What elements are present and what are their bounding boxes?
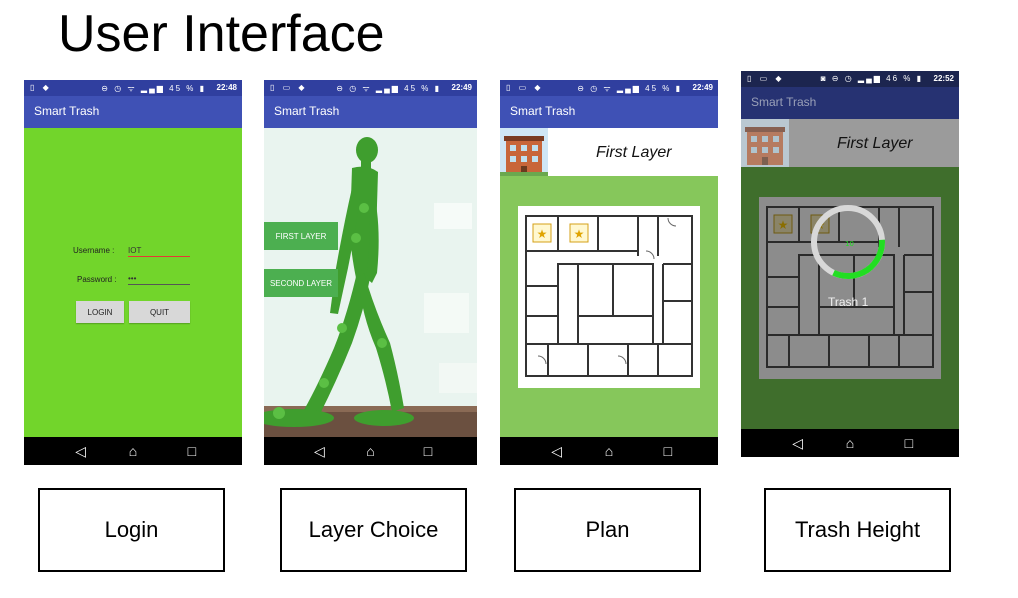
svg-text:★: ★ <box>537 227 548 241</box>
caption-trash-height: Trash Height <box>764 488 951 572</box>
trash-marker-icon: ★ <box>773 214 793 234</box>
home-icon[interactable]: ⌂ <box>366 443 374 459</box>
caption-plan: Plan <box>514 488 701 572</box>
layer-choice-screen: FIRST LAYER SECOND LAYER <box>264 128 477 437</box>
back-icon[interactable]: ◁ <box>792 435 803 452</box>
page-title: User Interface <box>58 5 385 63</box>
recent-apps-icon[interactable]: □ <box>424 443 432 459</box>
first-layer-button[interactable]: FIRST LAYER <box>264 222 338 250</box>
building-icon <box>500 128 548 176</box>
notification-icons: ▯ ▭ ◆ <box>270 83 308 92</box>
nav-bar: ◁ ⌂ □ <box>741 429 959 457</box>
recent-apps-icon[interactable]: □ <box>664 443 672 459</box>
layer-title: First Layer <box>837 135 913 152</box>
back-icon[interactable]: ◁ <box>314 443 325 460</box>
layer-title: First Layer <box>596 144 672 161</box>
home-icon[interactable]: ⌂ <box>605 443 613 459</box>
status-time: 22:49 <box>692 83 713 92</box>
notification-icons: ▯ ▭ ◆ <box>747 74 785 83</box>
home-icon[interactable]: ⌂ <box>129 443 137 459</box>
recent-apps-icon[interactable]: □ <box>905 435 913 451</box>
nav-bar: ◁ ⌂ □ <box>500 437 718 465</box>
plan-screen: First Layer ★ ★ <box>500 128 718 437</box>
password-label: Password : <box>77 275 117 284</box>
plan-body: ★ ★ 10 Trash 1 <box>741 167 959 429</box>
quit-button[interactable]: QUIT <box>129 301 190 323</box>
phone-trash-height: ▯ ▭ ◆ ◙ ⊖ ◷ ▂▄▆ 46 % ▮ 22:52 Smart Trash… <box>741 71 959 457</box>
trash-label: Trash 1 <box>828 295 869 309</box>
username-label: Username : <box>73 246 115 255</box>
trash-marker-icon[interactable]: ★ <box>532 223 552 243</box>
app-title: Smart Trash <box>24 96 242 128</box>
plan-body: ★ ★ <box>500 176 718 437</box>
plan-header: First Layer <box>500 128 718 176</box>
back-icon[interactable]: ◁ <box>551 443 562 460</box>
status-bar: ▯ ▭ ◆ ⊖ ◷ ᯤ ▂▄▆ 45 % ▮ 22:49 <box>264 80 477 96</box>
phone-login: ▯ ◆ ⊖ ◷ ᯤ ▂▄▆ 45 % ▮ 22:48 Smart Trash U… <box>24 80 242 465</box>
login-button[interactable]: LOGIN <box>76 301 124 323</box>
gauge-fill-arc <box>832 239 885 279</box>
app-title: Smart Trash <box>500 96 718 128</box>
trash-fill-gauge: 10 <box>811 205 885 279</box>
username-input[interactable] <box>128 244 190 257</box>
svg-text:★: ★ <box>778 218 789 232</box>
nav-bar: ◁ ⌂ □ <box>24 437 242 465</box>
app-title: Smart Trash <box>741 87 959 119</box>
password-input[interactable] <box>128 272 190 285</box>
trash-height-screen: First Layer ★ ★ 10 Trash 1 <box>741 119 959 429</box>
building-icon <box>741 119 789 167</box>
second-layer-button[interactable]: SECOND LAYER <box>264 269 338 297</box>
status-icons: ◙ ⊖ ◷ ▂▄▆ 46 % ▮ <box>820 74 923 83</box>
caption-login: Login <box>38 488 225 572</box>
status-icons: ⊖ ◷ ᯤ ▂▄▆ 45 % ▮ <box>336 84 441 93</box>
status-bar: ▯ ▭ ◆ ⊖ ◷ ᯤ ▂▄▆ 45 % ▮ 22:49 <box>500 80 718 96</box>
status-icons: ⊖ ◷ ᯤ ▂▄▆ 45 % ▮ <box>577 84 682 93</box>
notification-icons: ▯ ▭ ◆ <box>506 83 544 92</box>
home-icon[interactable]: ⌂ <box>846 435 854 451</box>
caption-layer-choice: Layer Choice <box>280 488 467 572</box>
status-time: 22:48 <box>216 83 237 92</box>
recent-apps-icon[interactable]: □ <box>188 443 196 459</box>
svg-text:★: ★ <box>574 227 585 241</box>
trash-marker-icon[interactable]: ★ <box>569 223 589 243</box>
status-icons: ⊖ ◷ ᯤ ▂▄▆ 45 % ▮ <box>101 84 206 93</box>
status-bar: ▯ ▭ ◆ ◙ ⊖ ◷ ▂▄▆ 46 % ▮ 22:52 <box>741 71 959 87</box>
nav-bar: ◁ ⌂ □ <box>264 437 477 465</box>
back-icon[interactable]: ◁ <box>75 443 86 460</box>
phone-layer-choice: ▯ ▭ ◆ ⊖ ◷ ᯤ ▂▄▆ 45 % ▮ 22:49 Smart Trash <box>264 80 477 465</box>
login-screen: Username : Password : LOGIN QUIT <box>24 128 242 437</box>
floor-plan-image[interactable]: ★ ★ <box>518 206 700 388</box>
status-time: 22:52 <box>933 74 954 83</box>
status-time: 22:49 <box>451 83 472 92</box>
phone-plan: ▯ ▭ ◆ ⊖ ◷ ᯤ ▂▄▆ 45 % ▮ 22:49 Smart Trash… <box>500 80 718 465</box>
plan-header: First Layer <box>741 119 959 167</box>
svg-text:10: 10 <box>845 240 854 248</box>
notification-icons: ▯ ◆ <box>30 83 52 92</box>
app-title: Smart Trash <box>264 96 477 128</box>
status-bar: ▯ ◆ ⊖ ◷ ᯤ ▂▄▆ 45 % ▮ 22:48 <box>24 80 242 96</box>
